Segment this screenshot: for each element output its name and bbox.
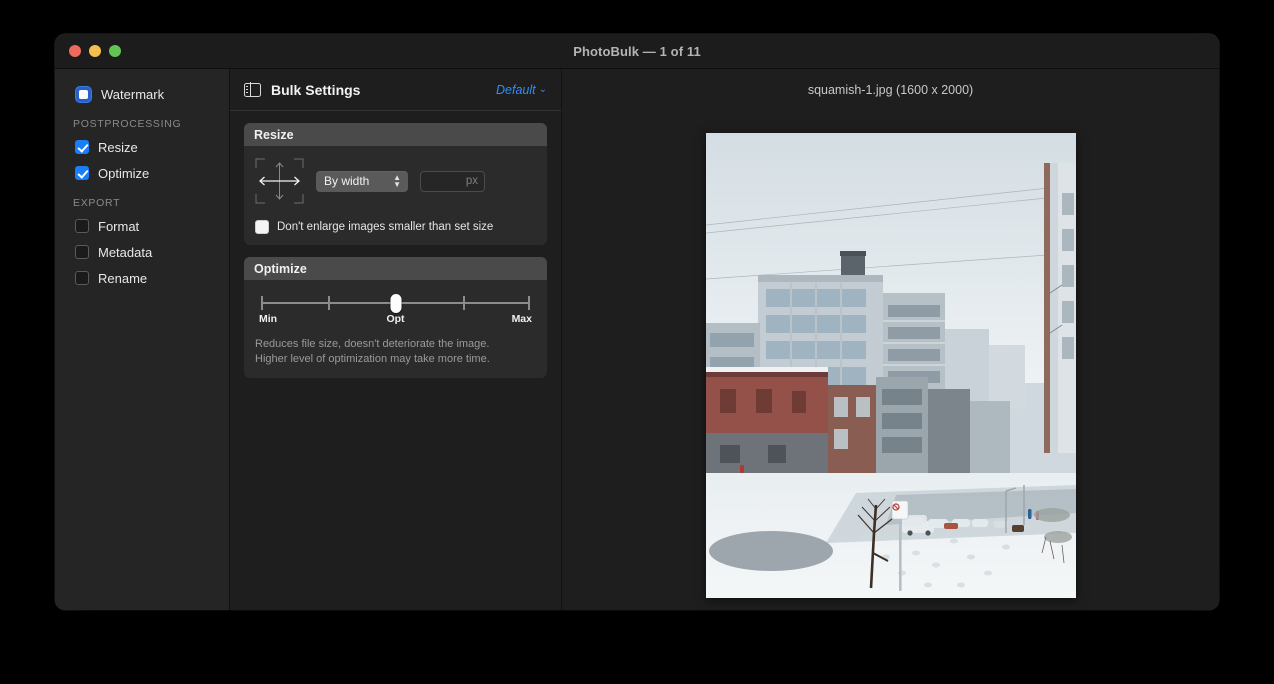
sidebar-item-label: Resize: [98, 140, 138, 155]
optimize-description: Reduces file size, doesn't deteriorate t…: [255, 337, 536, 367]
slider-tick: [328, 296, 330, 310]
sidebar-item-label: Optimize: [98, 166, 149, 181]
optimize-card: Optimize: [244, 257, 547, 378]
sidebar-group-export: EXPORT: [55, 186, 229, 213]
sidebar-group-postprocessing: POSTPROCESSING: [55, 107, 229, 134]
dont-enlarge-label: Don't enlarge images smaller than set si…: [277, 221, 493, 233]
preview-pane: squamish-1.jpg (1600 x 2000): [562, 69, 1219, 610]
sidebar-item-label: Rename: [98, 271, 147, 286]
preview-caption: squamish-1.jpg (1600 x 2000): [562, 69, 1219, 111]
optimize-card-body: Min Opt Max Reduces file size, doesn't d…: [244, 280, 547, 378]
resize-mode-value: By width: [324, 174, 369, 188]
resize-checkbox-icon[interactable]: [75, 140, 89, 154]
photobulk-window: PhotoBulk — 1 of 11 Watermark POSTPROCES…: [55, 34, 1219, 610]
slider-label-min: Min: [259, 313, 277, 325]
optimize-card-title: Optimize: [244, 257, 547, 280]
resize-size-input[interactable]: px: [420, 171, 485, 192]
optimize-slider-track[interactable]: [261, 296, 530, 310]
resize-mode-select[interactable]: By width ▲▼: [316, 171, 408, 192]
screen: PhotoBulk — 1 of 11 Watermark POSTPROCES…: [0, 0, 1274, 684]
px-unit-label: px: [466, 175, 478, 187]
optimize-slider[interactable]: Min Opt Max: [255, 292, 536, 328]
window-titlebar: PhotoBulk — 1 of 11: [55, 34, 1219, 69]
sidebar-item-watermark[interactable]: Watermark: [55, 81, 229, 107]
sidebar-item-label: Format: [98, 219, 139, 234]
window-title: PhotoBulk — 1 of 11: [55, 34, 1219, 69]
rename-checkbox-icon[interactable]: [75, 271, 89, 285]
sidebar-item-optimize[interactable]: Optimize: [55, 160, 229, 186]
resize-card-title: Resize: [244, 123, 547, 146]
slider-label-max: Max: [512, 313, 532, 325]
sidebar-item-metadata[interactable]: Metadata: [55, 239, 229, 265]
optimize-slider-thumb[interactable]: [390, 294, 401, 313]
sidebar-item-resize[interactable]: Resize: [55, 134, 229, 160]
optimize-slider-labels: Min Opt Max: [257, 313, 534, 328]
sidebar-item-label: Watermark: [101, 87, 164, 102]
watermark-checkbox-icon[interactable]: [75, 86, 92, 103]
sidebar-toggle-icon[interactable]: [244, 83, 261, 97]
format-checkbox-icon[interactable]: [75, 219, 89, 233]
sidebar-item-format[interactable]: Format: [55, 213, 229, 239]
bulk-settings-header: Bulk Settings Default ⌄: [230, 69, 561, 111]
slider-tick: [528, 296, 530, 310]
preset-dropdown[interactable]: Default ⌄: [496, 83, 547, 97]
resize-controls-row: By width ▲▼ px: [255, 158, 536, 204]
bulk-settings-pane: Bulk Settings Default ⌄ Resize: [230, 69, 562, 610]
sidebar-item-rename[interactable]: Rename: [55, 265, 229, 291]
sidebar-item-label: Metadata: [98, 245, 152, 260]
resize-card: Resize: [244, 123, 547, 245]
window-body: Watermark POSTPROCESSING Resize Optimize…: [55, 69, 1219, 610]
slider-label-opt: Opt: [386, 313, 404, 325]
dont-enlarge-checkbox-icon[interactable]: [255, 220, 269, 234]
dont-enlarge-option[interactable]: Don't enlarge images smaller than set si…: [255, 220, 536, 234]
preset-label: Default: [496, 83, 536, 97]
optimize-checkbox-icon[interactable]: [75, 166, 89, 180]
page-title: Bulk Settings: [271, 82, 360, 98]
metadata-checkbox-icon[interactable]: [75, 245, 89, 259]
resize-card-body: By width ▲▼ px Don't enlarge: [244, 146, 547, 245]
sidebar: Watermark POSTPROCESSING Resize Optimize…: [55, 69, 230, 610]
optimize-description-line2: Higher level of optimization may take mo…: [255, 352, 536, 367]
chevron-down-icon: ⌄: [539, 84, 547, 95]
stepper-icon: ▲▼: [393, 174, 401, 188]
slider-tick: [261, 296, 263, 310]
resize-dimensions-icon: [255, 158, 304, 204]
optimize-description-line1: Reduces file size, doesn't deteriorate t…: [255, 337, 536, 352]
preview-image[interactable]: [706, 133, 1076, 598]
slider-tick: [463, 296, 465, 310]
